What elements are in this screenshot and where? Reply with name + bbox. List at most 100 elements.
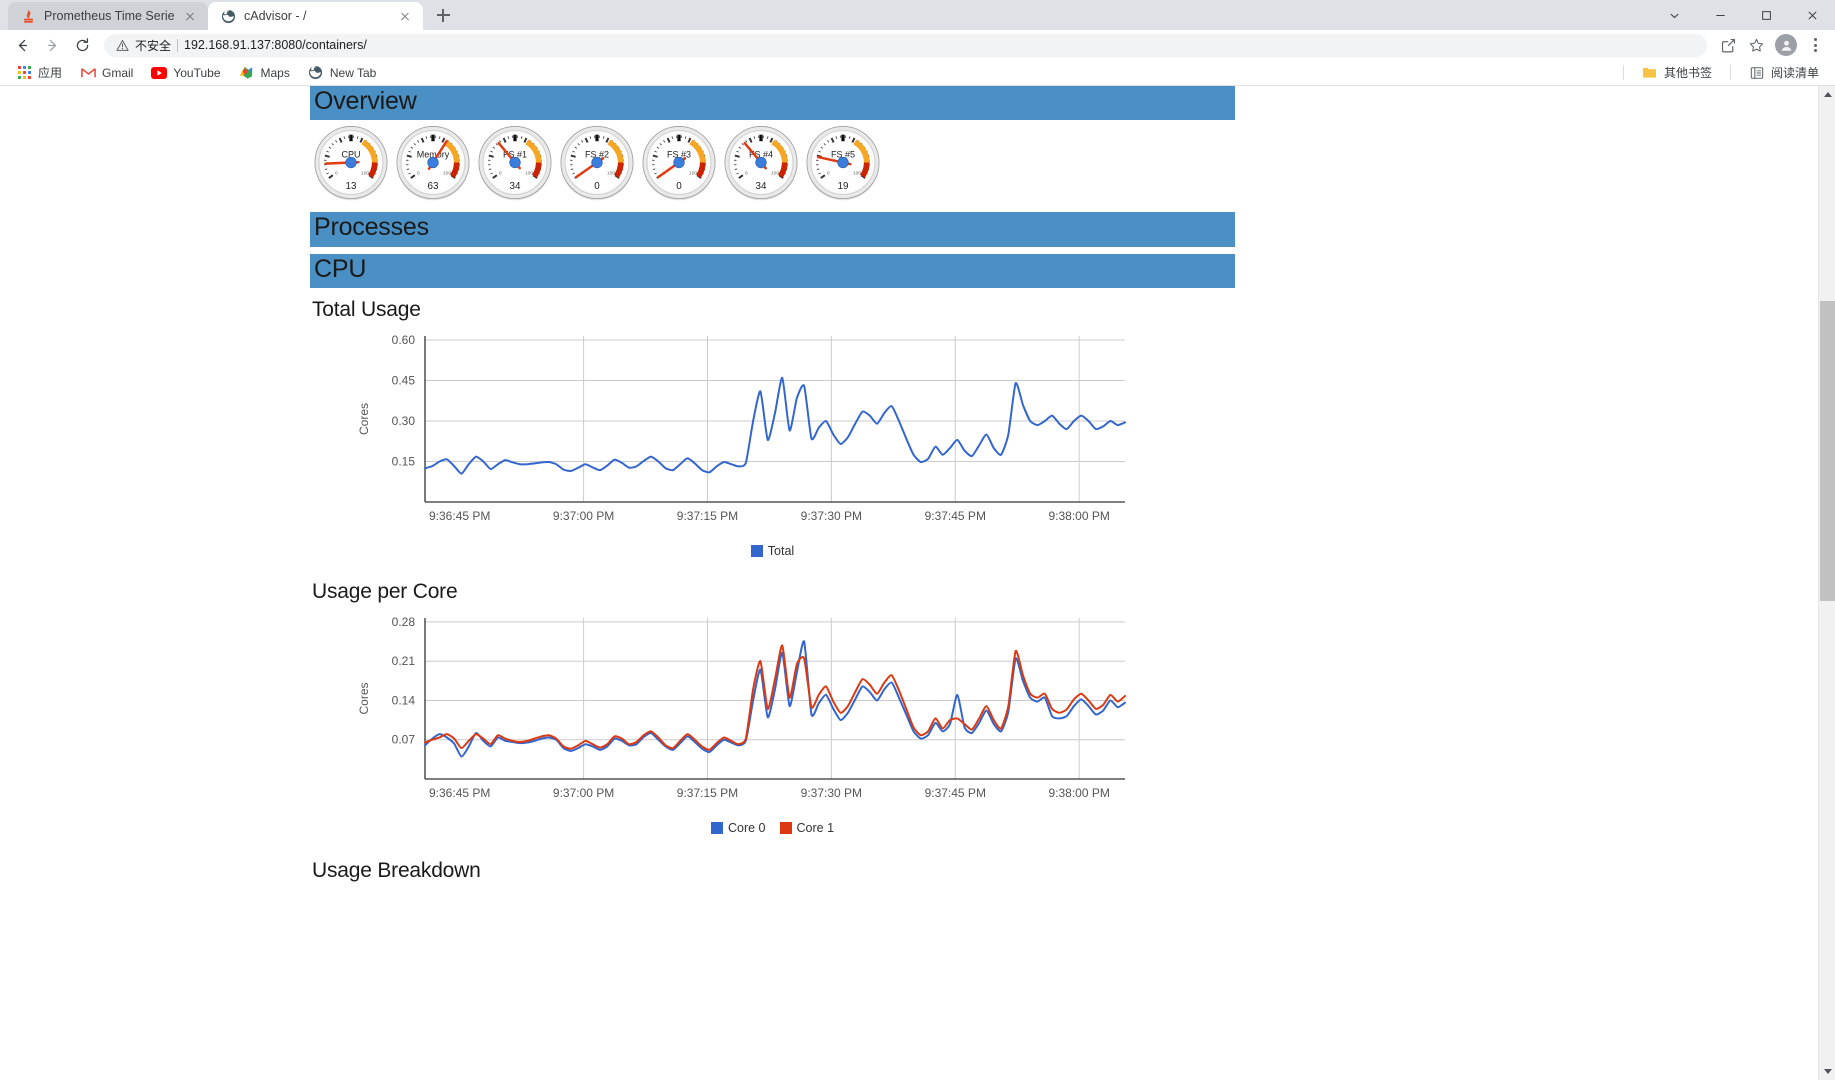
chevron-down-icon[interactable] [1651, 0, 1697, 30]
divider [1729, 65, 1731, 80]
omnibox-divider [177, 38, 179, 52]
minimize-button[interactable] [1697, 0, 1743, 30]
scrollbar-thumb[interactable] [1820, 301, 1835, 601]
browser-tab-prometheus[interactable]: Prometheus Time Series Colle [8, 2, 208, 30]
reload-button[interactable] [68, 31, 96, 59]
share-icon[interactable] [1715, 32, 1741, 58]
legend-label: Core 1 [796, 820, 835, 835]
security-label: 不安全 [135, 38, 172, 53]
legend-label: Total [767, 543, 795, 558]
maps-icon [239, 65, 255, 81]
prometheus-icon [20, 8, 36, 24]
maximize-button[interactable] [1743, 0, 1789, 30]
gauge-memory: 0 100 Memory 63 [392, 124, 474, 206]
reading-list-icon [1749, 65, 1765, 81]
close-icon[interactable] [182, 8, 198, 24]
svg-text:0.21: 0.21 [392, 654, 416, 668]
cadvisor-globe-icon [220, 8, 236, 24]
svg-text:0.30: 0.30 [392, 414, 416, 428]
bookmarks-bar: 应用 Gmail YouTube Maps New Tab 其他书签 阅读清单 [0, 60, 1835, 86]
globe-icon [308, 65, 324, 81]
bookmark-label: Gmail [102, 65, 134, 80]
page-content: Overview 0 100 CPU 13 0 100 Memory 63 0 100 FS #1 3… [310, 86, 1235, 883]
gmail-icon [80, 65, 96, 81]
divider [1622, 65, 1624, 80]
svg-text:34: 34 [756, 181, 767, 192]
section-header-cpu: CPU [310, 253, 1235, 288]
svg-text:100: 100 [443, 171, 451, 177]
bookmark-apps[interactable]: 应用 [8, 61, 70, 84]
svg-text:19: 19 [838, 181, 849, 192]
bookmark-label: 阅读清单 [1770, 66, 1819, 80]
legend-item-total[interactable]: Total [750, 543, 795, 558]
bookmark-star-icon[interactable] [1743, 32, 1769, 58]
bookmark-label: Maps [260, 65, 290, 80]
browser-window: Prometheus Time Series Colle cAdvisor - … [0, 0, 1835, 1080]
profile-avatar[interactable] [1775, 34, 1797, 56]
browser-tab-cadvisor[interactable]: cAdvisor - / [208, 2, 423, 30]
chart-heading-usage-per-core: Usage per Core [312, 579, 458, 603]
svg-text:0: 0 [499, 171, 502, 177]
forward-button[interactable] [38, 31, 66, 59]
page-scrollbar[interactable] [1818, 86, 1835, 1080]
svg-text:100: 100 [361, 171, 369, 177]
svg-text:Cores: Cores [357, 682, 371, 714]
overview-gauges: 0100CPU130100Memory630100FS #1340100FS #… [310, 120, 1235, 212]
kebab-menu-icon[interactable] [1803, 33, 1827, 57]
scroll-down-arrow[interactable] [1819, 1063, 1835, 1080]
bookmark-label: 应用 [38, 66, 63, 80]
legend-item-core-0[interactable]: Core 0 [710, 821, 766, 835]
youtube-icon [151, 65, 168, 81]
gauge-fs-4: 0 100 FS #4 34 [720, 124, 802, 206]
svg-text:100: 100 [525, 171, 533, 177]
svg-text:9:37:45 PM: 9:37:45 PM [925, 786, 986, 800]
gauge-fs-2: 0100FS #20 [556, 124, 638, 206]
bookmark-other-bookmarks[interactable]: 其他书签 [1634, 61, 1720, 84]
new-tab-button[interactable] [429, 1, 457, 29]
svg-text:0.07: 0.07 [392, 732, 416, 746]
legend-swatch [710, 821, 723, 834]
chart-total-usage[interactable]: 0.60 0.45 0.30 0.15 9:36:45 PM 9:37:00 PM 9:37… [310, 322, 1140, 542]
cadvisor-page: Overview 0 100 CPU 13 0 100 Memory 63 0 100 FS #1 3… [0, 86, 1818, 1080]
bookmark-reading-list[interactable]: 阅读清单 [1741, 61, 1827, 84]
svg-text:0.60: 0.60 [392, 333, 416, 347]
svg-text:9:37:15 PM: 9:37:15 PM [677, 509, 738, 523]
svg-text:34: 34 [510, 181, 521, 192]
svg-text:9:37:00 PM: 9:37:00 PM [553, 786, 614, 800]
browser-toolbar: 不安全 192.168.91.137:8080/containers/ [0, 30, 1835, 60]
bookmark-gmail[interactable]: Gmail [72, 62, 141, 84]
gauge-cpu: 0 100 CPU 13 [310, 124, 392, 206]
svg-text:9:37:15 PM: 9:37:15 PM [677, 786, 738, 800]
legend-item-core-1[interactable]: Core 1 [779, 820, 835, 835]
svg-text:0.14: 0.14 [392, 693, 416, 707]
address-bar[interactable]: 不安全 192.168.91.137:8080/containers/ [104, 33, 1707, 57]
svg-text:9:37:30 PM: 9:37:30 PM [801, 786, 862, 800]
tab-title: cAdvisor - / [244, 9, 307, 23]
svg-text:0: 0 [827, 171, 830, 177]
section-header-processes: Processes [310, 212, 1235, 247]
bookmark-label: 其他书签 [1663, 66, 1712, 80]
svg-text:9:37:30 PM: 9:37:30 PM [801, 509, 862, 523]
bookmark-label: New Tab [329, 65, 377, 80]
bookmark-youtube[interactable]: YouTube [143, 62, 228, 84]
chart-usage-per-core[interactable]: 0.28 0.21 0.14 0.07 9:36:45 PM 9:37:00 PM 9:37… [310, 604, 1140, 819]
gauge-fs-3: 0100FS #30 [638, 124, 720, 206]
page-viewport: Overview 0 100 CPU 13 0 100 Memory 63 0 100 FS #1 3… [0, 86, 1835, 1080]
svg-text:9:37:00 PM: 9:37:00 PM [553, 509, 614, 523]
svg-text:0: 0 [417, 171, 420, 177]
gauge-fs-5: 0 100 FS #5 19 [802, 124, 884, 206]
close-icon[interactable] [397, 8, 413, 24]
bookmark-maps[interactable]: Maps [231, 62, 298, 84]
folder-icon [1642, 65, 1658, 81]
legend-total-usage: Total [310, 544, 1235, 558]
svg-text:63: 63 [428, 181, 439, 192]
scroll-up-arrow[interactable] [1819, 86, 1835, 103]
svg-text:9:38:00 PM: 9:38:00 PM [1048, 509, 1109, 523]
svg-text:9:36:45 PM: 9:36:45 PM [429, 509, 490, 523]
tab-title: Prometheus Time Series Colle [44, 9, 174, 23]
close-window-button[interactable] [1789, 0, 1835, 30]
series-line-total [424, 376, 1126, 475]
bookmark-new-tab[interactable]: New Tab [300, 62, 384, 84]
back-button[interactable] [8, 31, 36, 59]
svg-text:Cores: Cores [357, 403, 371, 435]
